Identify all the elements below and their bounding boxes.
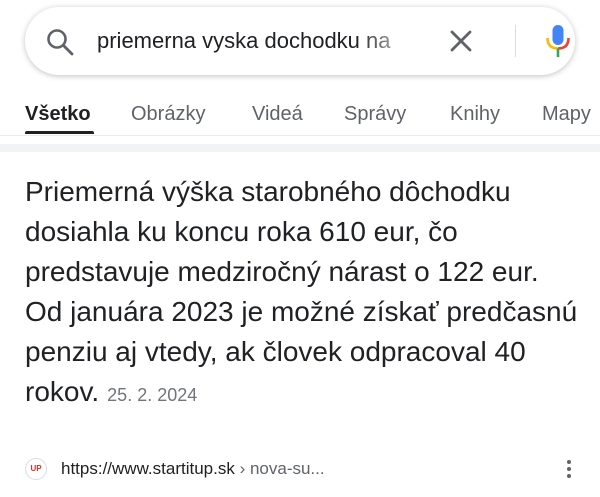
microphone-icon[interactable] bbox=[545, 23, 571, 59]
tab-videos[interactable]: Videá bbox=[252, 103, 303, 126]
source-domain: https://www.startitup.sk bbox=[61, 459, 235, 478]
tab-books[interactable]: Knihy bbox=[450, 103, 500, 126]
source-url[interactable]: https://www.startitup.sk › nova-su... bbox=[61, 459, 325, 479]
search-bar[interactable]: priemerna vyska dochodku na bbox=[25, 7, 575, 75]
search-divider bbox=[515, 25, 516, 57]
tab-news[interactable]: Správy bbox=[344, 103, 406, 126]
tab-images[interactable]: Obrázky bbox=[131, 103, 205, 126]
more-options-icon[interactable] bbox=[563, 457, 575, 483]
search-icon bbox=[47, 29, 74, 56]
tab-all[interactable]: Všetko bbox=[25, 103, 91, 126]
content-separator bbox=[0, 144, 600, 152]
search-input[interactable]: priemerna vyska dochodku na bbox=[97, 7, 422, 75]
site-favicon: UP bbox=[25, 458, 47, 480]
snippet-text: Priemerná výška starobného dôchodku dosi… bbox=[25, 176, 578, 407]
close-icon[interactable] bbox=[447, 27, 475, 55]
featured-snippet: Priemerná výška starobného dôchodku dosi… bbox=[25, 172, 580, 415]
active-tab-indicator bbox=[25, 131, 94, 134]
tab-maps[interactable]: Mapy bbox=[542, 103, 591, 126]
source-link[interactable]: UP https://www.startitup.sk › nova-su... bbox=[25, 455, 580, 485]
tabs-divider bbox=[0, 135, 600, 136]
snippet-date: 25. 2. 2024 bbox=[107, 385, 198, 405]
source-path: › nova-su... bbox=[234, 459, 325, 478]
